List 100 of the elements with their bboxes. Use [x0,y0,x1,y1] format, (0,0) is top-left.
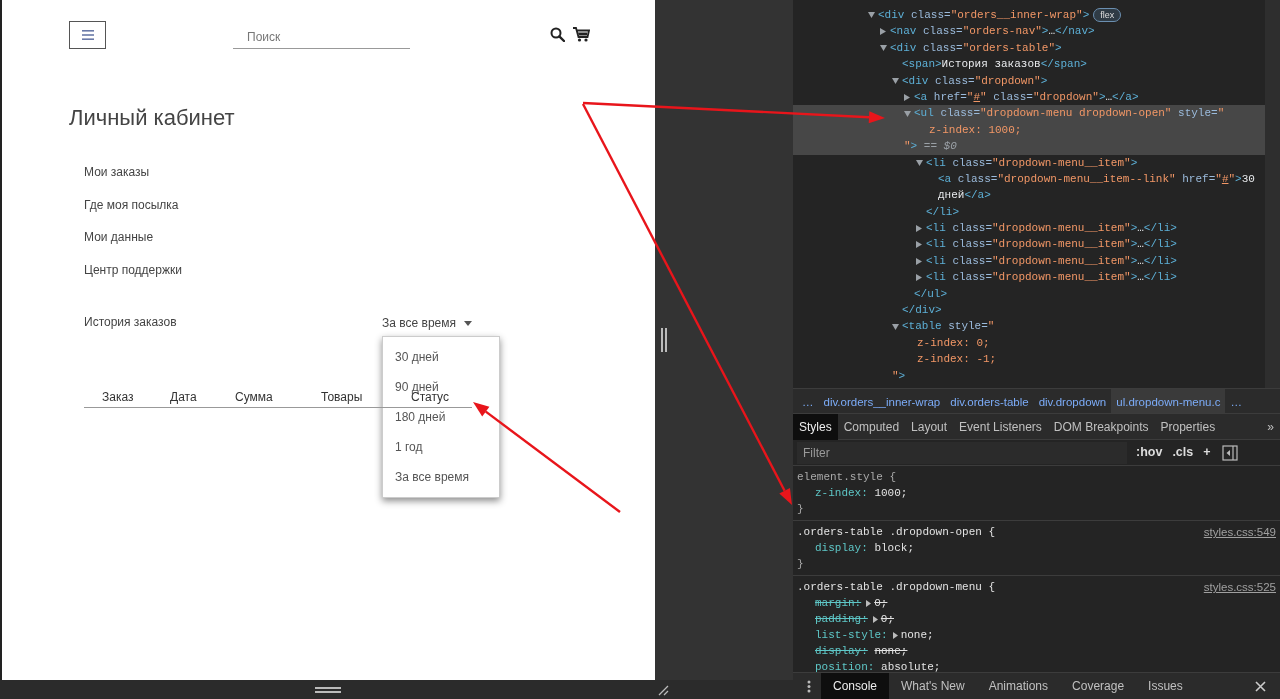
drawer-tab[interactable]: What's New [889,673,977,699]
menu-button[interactable] [69,20,106,49]
dropdown-item[interactable]: За все время [395,470,469,485]
panel-tab[interactable]: Layout [905,414,954,441]
css-selector: .orders-table .dropdown-open { [797,525,996,541]
more-icon[interactable] [807,679,811,693]
expand-caret-icon[interactable] [916,273,922,281]
close-icon[interactable] [1255,680,1266,692]
nav-link[interactable]: Мои заказы [84,156,655,189]
scrollbar[interactable] [1265,0,1280,389]
expand-caret-icon[interactable] [880,28,886,36]
dom-node-text: "> [892,368,906,384]
dom-node-text: z-index: 1000; [929,122,1022,138]
section-label: История заказов [84,314,178,332]
breadcrumb[interactable]: … [1225,389,1247,414]
nav-link[interactable]: Где моя посылка [84,188,655,222]
toolbar-button[interactable]: + [1198,443,1216,463]
collapse-caret-icon[interactable] [868,12,875,19]
expand-caret-icon[interactable] [866,599,872,607]
breadcrumb[interactable]: div.dropdown [1033,389,1112,414]
flex-badge[interactable]: flex [1093,8,1122,23]
dropdown-item[interactable]: 30 дней [395,350,439,365]
breadcrumb[interactable]: div.orders-table [945,389,1034,414]
dom-node-text: <li class="dropdown-menu__item">…</li> [926,270,1177,286]
collapse-caret-icon[interactable] [880,44,887,51]
css-property[interactable]: position: [815,659,875,672]
resize-handle-icon[interactable] [661,328,667,352]
source-link[interactable]: styles.css:549 [1203,524,1276,541]
dom-node-text: z-index: 0; [917,335,990,351]
dom-node-text: <nav class="orders-nav">…</nav> [890,24,1095,40]
css-property[interactable]: padding: [815,611,868,628]
breadcrumb[interactable]: … [797,389,819,414]
collapse-caret-icon[interactable] [904,110,911,117]
toolbar-button[interactable]: :hov [1131,443,1168,463]
dom-node-text: z-index: -1; [917,352,997,368]
css-value[interactable]: 0; [874,595,888,612]
drawer-tab[interactable]: Issues [1136,673,1195,699]
dom-node-text: <div class="orders__inner-wrap"> [878,8,1090,23]
collapse-caret-icon[interactable] [892,77,899,84]
drawer-tab[interactable]: Coverage [1060,673,1137,699]
css-value[interactable]: none; [900,627,934,644]
nav-link[interactable]: Мои данные [84,221,655,254]
css-property[interactable]: z-index: [815,485,868,502]
breadcrumb[interactable]: ul.dropdown-menu.c [1111,389,1226,414]
css-selector: .orders-table .dropdown-menu { [797,580,996,596]
dropdown-item[interactable]: 90 дней [395,380,439,395]
dom-node-text: <li class="dropdown-menu__item">…</li> [926,237,1177,253]
drawer-tab[interactable]: Animations [976,673,1061,699]
css-value[interactable]: 1000; [874,485,908,502]
dom-node-text: </ul> [914,286,947,302]
dom-node-text: <li class="dropdown-menu__item">…</li> [926,253,1177,269]
css-value[interactable]: 0; [880,611,894,628]
source-link[interactable]: styles.css:525 [1203,579,1276,596]
column-header: Дата [170,390,197,405]
dom-node-text: <div class="dropdown"> [902,73,1048,89]
period-dropdown[interactable]: За все время [382,314,472,333]
collapse-caret-icon[interactable] [892,323,899,330]
collapse-caret-icon[interactable] [916,159,923,166]
cart-icon[interactable] [573,27,590,42]
expand-caret-icon[interactable] [892,631,898,639]
selected-node-highlight[interactable]: <ul class="dropdown-menu dropdown-open" style=" z-index: 1000; "> == $0 [793,105,1265,155]
panel-tab[interactable]: Event Listeners [953,414,1048,441]
toolbar-button[interactable]: .cls [1167,443,1199,463]
nav-link[interactable]: Центр поддержки [84,253,655,287]
dom-node-text: <li class="dropdown-menu__item">…</li> [926,221,1177,237]
expand-caret-icon[interactable] [916,257,922,265]
panel-tab[interactable]: Properties [1154,414,1222,441]
dropdown-item[interactable]: 180 дней [395,410,446,425]
panel-tab[interactable]: Styles [793,414,838,441]
expand-caret-icon[interactable] [904,93,910,101]
breadcrumb[interactable]: div.orders__inner-wrap [818,389,946,414]
drawer-tab[interactable]: Console [821,673,890,699]
resize-handle-icon[interactable] [315,686,341,693]
css-property[interactable]: margin: [815,595,862,612]
dom-node-text: </li> [926,204,959,220]
dom-node-text: <a class="dropdown-menu__item--link" href="#">30 [938,171,1255,187]
css-property[interactable]: display: [815,540,868,557]
expand-caret-icon[interactable] [916,241,922,249]
css-value[interactable]: none; [874,643,908,660]
column-header: Заказ [102,390,134,405]
css-property[interactable]: display: [815,643,868,660]
css-property[interactable]: list-style: [815,627,888,644]
sidebar-toggle-icon[interactable] [1221,444,1238,461]
more-tabs-button[interactable]: » [1261,414,1280,441]
expand-caret-icon[interactable] [872,615,878,623]
dom-node-text: дней</a> [938,188,991,204]
closing-brace: } [797,502,804,518]
dropdown-item[interactable]: 1 год [395,440,423,455]
css-value[interactable]: block; [874,540,915,557]
closing-brace: } [797,557,804,573]
expand-caret-icon[interactable] [916,224,922,232]
dom-node-text: <li class="dropdown-menu__item"> [926,155,1138,171]
filter-field[interactable]: Filter [797,441,1127,464]
resize-corner-icon[interactable] [657,683,669,696]
css-value[interactable]: absolute; [881,659,941,672]
css-selector: element.style { [797,470,897,486]
panel-tab[interactable]: Computed [837,414,906,441]
panel-tab[interactable]: DOM Breakpoints [1047,414,1155,441]
search-icon[interactable] [550,27,565,42]
column-header: Сумма [235,390,273,405]
